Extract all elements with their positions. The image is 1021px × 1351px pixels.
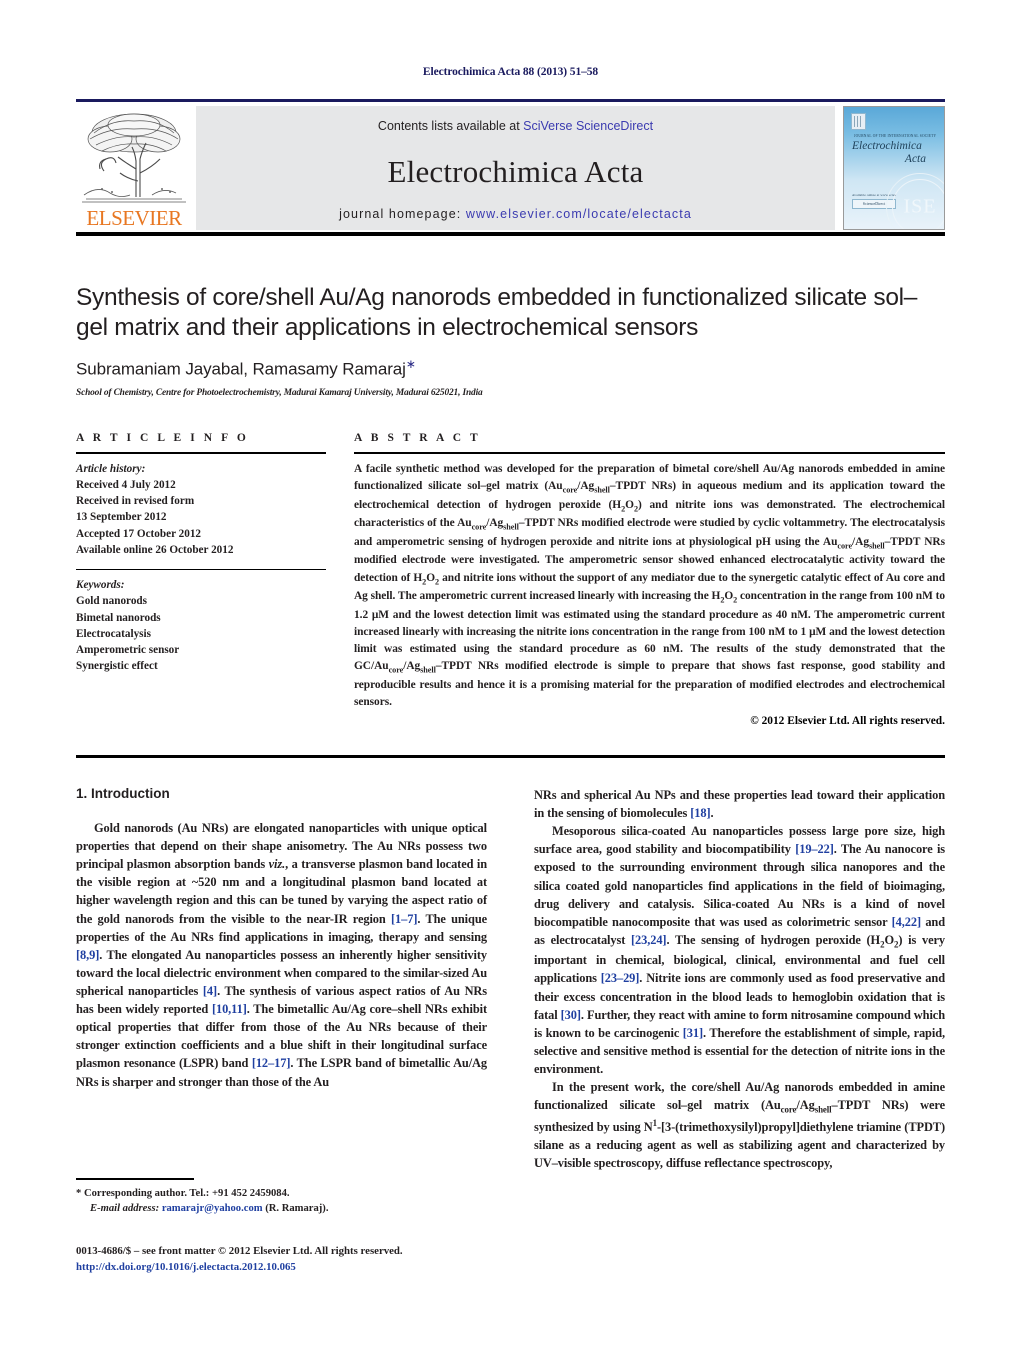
footnote-email-line: E-mail address: ramarajr@yahoo.com (R. R… bbox=[76, 1201, 487, 1216]
sciencedirect-link[interactable]: SciVerse ScienceDirect bbox=[523, 119, 653, 133]
body-column-gap bbox=[487, 786, 534, 1172]
author-names: Subramaniam Jayabal, Ramasamy Ramaraj bbox=[76, 359, 406, 379]
contents-line: Contents lists available at SciVerse Sci… bbox=[196, 119, 835, 133]
homepage-url-link[interactable]: www.elsevier.com/locate/electacta bbox=[466, 207, 692, 221]
email-suffix: (R. Ramaraj). bbox=[265, 1202, 329, 1214]
abstract-rule bbox=[354, 452, 945, 454]
abstract-heading: A B S T R A C T bbox=[354, 432, 481, 444]
body-column-left: 1. Introduction Gold nanorods (Au NRs) a… bbox=[76, 786, 487, 1172]
journal-cover-thumbnail: JOURNAL OF THE INTERNATIONAL SOCIETY OF … bbox=[843, 105, 945, 230]
footnote-corresponding: * Corresponding author. Tel.: +91 452 24… bbox=[76, 1187, 290, 1199]
email-label: E-mail address: bbox=[90, 1202, 160, 1214]
article-info-column: A R T I C L E I N F O Article history: R… bbox=[76, 432, 326, 727]
abstract-text: A facile synthetic method was developed … bbox=[354, 463, 946, 708]
author-list: Subramaniam Jayabal, Ramasamy Ramaraj∗ bbox=[76, 357, 945, 380]
cover-title-line2: Acta bbox=[904, 152, 926, 165]
elsevier-wordmark: ELSEVIER bbox=[86, 205, 182, 230]
ise-seal-text: ISE bbox=[903, 195, 937, 217]
ise-seal-icon: ISE bbox=[886, 172, 944, 229]
imprint-block: 0013-4686/$ – see front matter © 2012 El… bbox=[76, 1243, 596, 1275]
homepage-prefix: journal homepage: bbox=[339, 206, 466, 221]
elsevier-logo: ELSEVIER bbox=[76, 106, 192, 230]
issn-line: 0013-4686/$ – see front matter © 2012 El… bbox=[76, 1245, 403, 1257]
masthead-bottom-rule bbox=[76, 232, 945, 236]
cover-society-line: JOURNAL OF THE INTERNATIONAL SOCIETY OF … bbox=[854, 133, 936, 138]
cover-elsevier-icon bbox=[851, 112, 866, 130]
column-gap bbox=[326, 432, 354, 727]
section-heading-introduction: 1. Introduction bbox=[76, 786, 170, 801]
keywords-label: Keywords: bbox=[76, 579, 125, 592]
keywords-rule bbox=[76, 568, 326, 571]
keywords-block: Keywords: Gold nanorods Bimetal nanorods… bbox=[76, 577, 326, 674]
keyword-item: Bimetal nanorods bbox=[76, 611, 161, 624]
article-history-label: Article history: bbox=[76, 463, 146, 475]
history-item: Received 4 July 2012 bbox=[76, 479, 176, 492]
abstract-column: A B S T R A C T A facile synthetic metho… bbox=[354, 432, 945, 727]
title-block: Synthesis of core/shell Au/Ag nanorods e… bbox=[76, 283, 945, 398]
email-link[interactable]: ramarajr@yahoo.com bbox=[162, 1203, 263, 1214]
info-abstract-section: A R T I C L E I N F O Article history: R… bbox=[76, 432, 945, 758]
article-history-block: Article history: Received 4 July 2012 Re… bbox=[76, 461, 326, 558]
article-info-heading: A R T I C L E I N F O bbox=[76, 432, 249, 444]
article-info-rule bbox=[76, 452, 326, 454]
paragraph: Gold nanorods (Au NRs) are elongated nan… bbox=[76, 821, 488, 1089]
cover-title: Electrochimica Acta bbox=[852, 140, 936, 166]
paragraph: NRs and spherical Au NPs and these prope… bbox=[534, 788, 945, 821]
copyright-line: © 2012 Elsevier Ltd. All rights reserved… bbox=[750, 714, 945, 727]
body-columns: 1. Introduction Gold nanorods (Au NRs) a… bbox=[76, 786, 945, 1172]
affiliation: School of Chemistry, Centre for Photoele… bbox=[76, 388, 483, 399]
history-item: Available online 26 October 2012 bbox=[76, 543, 234, 556]
journal-band: Contents lists available at SciVerse Sci… bbox=[196, 105, 835, 230]
journal-title: Electrochimica Acta bbox=[387, 153, 644, 189]
keyword-item: Amperometric sensor bbox=[76, 643, 180, 656]
elsevier-tree-icon bbox=[82, 113, 186, 202]
history-item: 13 September 2012 bbox=[76, 511, 167, 524]
body-column-right: NRs and spherical Au NPs and these prope… bbox=[534, 786, 945, 1172]
journal-masthead: ELSEVIER Contents lists available at Sci… bbox=[76, 99, 945, 230]
paragraph: In the present work, the core/shell Au/A… bbox=[534, 1080, 946, 1171]
contents-prefix: Contents lists available at bbox=[377, 118, 524, 133]
homepage-line: journal homepage: www.elsevier.com/locat… bbox=[196, 207, 835, 221]
paragraph: Mesoporous silica-coated Au nanoparticle… bbox=[534, 824, 946, 1077]
footnote-rule bbox=[76, 1178, 194, 1180]
doi-link[interactable]: http://dx.doi.org/10.1016/j.electacta.20… bbox=[76, 1259, 596, 1275]
corresponding-author-footnote: * Corresponding author. Tel.: +91 452 24… bbox=[76, 1178, 487, 1216]
paper-page: Electrochimica Acta 88 (2013) 51–58 ELSE… bbox=[0, 0, 1021, 1351]
masthead-top-rule bbox=[76, 99, 945, 102]
keyword-item: Electrocatalysis bbox=[76, 627, 151, 640]
corresponding-marker: ∗ bbox=[405, 356, 416, 371]
keyword-item: Synergistic effect bbox=[76, 659, 158, 672]
running-head: Electrochimica Acta 88 (2013) 51–58 bbox=[422, 66, 599, 78]
history-item: Accepted 17 October 2012 bbox=[76, 527, 202, 540]
keyword-item: Gold nanorods bbox=[76, 595, 147, 608]
history-item: Received in revised form bbox=[76, 495, 195, 508]
abstract-bottom-rule bbox=[76, 755, 945, 758]
cover-title-line1: Electrochimica bbox=[852, 139, 922, 152]
page-title: Synthesis of core/shell Au/Ag nanorods e… bbox=[76, 284, 918, 342]
